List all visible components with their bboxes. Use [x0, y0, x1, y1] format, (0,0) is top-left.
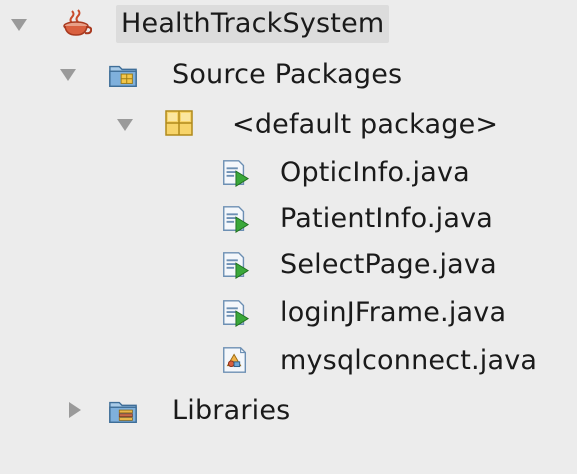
tree-row-file[interactable]: SelectPage.java — [0, 242, 577, 288]
java-runnable-file-icon — [220, 298, 250, 328]
package-icon — [164, 108, 194, 138]
java-runnable-file-icon — [220, 204, 250, 234]
project-tree: HealthTrackSystem Source Packages <defau… — [0, 0, 577, 474]
libraries-folder-icon — [108, 396, 138, 426]
file-label[interactable]: mysqlconnect.java — [280, 342, 537, 380]
coffee-cup-project-icon — [62, 8, 92, 38]
expand-arrow-down-icon[interactable] — [57, 64, 79, 86]
tree-row-file[interactable]: loginJFrame.java — [0, 290, 577, 336]
tree-row-file[interactable]: OpticInfo.java — [0, 150, 577, 196]
expand-arrow-down-icon[interactable] — [8, 14, 30, 36]
file-label[interactable]: PatientInfo.java — [280, 200, 493, 238]
java-runnable-file-icon — [220, 250, 250, 280]
tree-row-default-package[interactable]: <default package> — [0, 102, 577, 148]
tree-row-file[interactable]: mysqlconnect.java — [0, 338, 577, 384]
expand-arrow-down-icon[interactable] — [114, 114, 136, 136]
tree-row-source-packages[interactable]: Source Packages — [0, 52, 577, 98]
java-class-file-icon — [220, 345, 250, 375]
expand-arrow-right-icon[interactable] — [64, 399, 86, 421]
file-label[interactable]: SelectPage.java — [280, 246, 497, 284]
tree-row-file[interactable]: PatientInfo.java — [0, 196, 577, 242]
source-packages-label[interactable]: Source Packages — [172, 56, 402, 94]
libraries-label[interactable]: Libraries — [172, 392, 290, 430]
project-label[interactable]: HealthTrackSystem — [116, 5, 390, 43]
tree-row-libraries[interactable]: Libraries — [0, 388, 577, 434]
file-label[interactable]: OpticInfo.java — [280, 154, 470, 192]
tree-row-project[interactable]: HealthTrackSystem — [0, 2, 577, 48]
default-package-label[interactable]: <default package> — [232, 106, 498, 144]
source-folder-icon — [108, 60, 138, 90]
file-label[interactable]: loginJFrame.java — [280, 294, 506, 332]
java-runnable-file-icon — [220, 158, 250, 188]
